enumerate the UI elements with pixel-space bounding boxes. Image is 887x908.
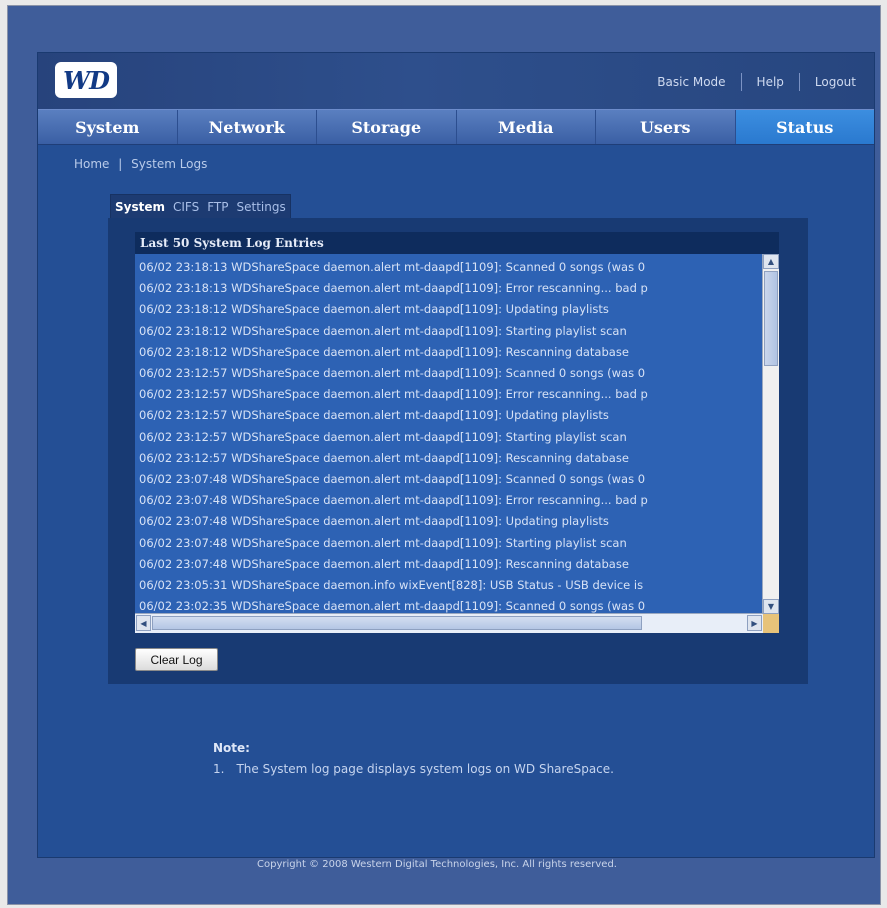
nav-status[interactable]: Status xyxy=(735,110,874,144)
log-line: 06/02 23:12:57 WDShareSpace daemon.alert… xyxy=(139,366,646,381)
note-item: 1. The System log page displays system lo… xyxy=(213,762,614,776)
log-line: 06/02 23:12:57 WDShareSpace daemon.alert… xyxy=(139,408,609,423)
nav-network[interactable]: Network xyxy=(178,110,317,144)
log-line: 06/02 23:12:57 WDShareSpace daemon.alert… xyxy=(139,429,627,444)
log-line: 06/02 23:18:13 WDShareSpace daemon.alert… xyxy=(139,281,648,296)
log-line: 06/02 23:18:13 WDShareSpace daemon.alert… xyxy=(139,260,646,274)
basic-mode-link[interactable]: Basic Mode xyxy=(657,75,725,89)
log-line: 06/02 23:07:48 WDShareSpace daemon.alert… xyxy=(139,535,627,550)
top-links: Basic Mode Help Logout xyxy=(657,73,856,91)
log-line: 06/02 23:07:48 WDShareSpace daemon.alert… xyxy=(139,514,609,529)
app-panel: WD Basic Mode Help Logout System Network… xyxy=(37,52,875,858)
note-label: Note: xyxy=(213,741,250,755)
nav-users[interactable]: Users xyxy=(596,110,736,144)
note-section: Note: 1. The System log page displays sys… xyxy=(213,741,614,776)
log-title: Last 50 System Log Entries xyxy=(135,232,779,254)
logo-text: WD xyxy=(63,65,110,95)
scroll-right-icon[interactable]: ▶ xyxy=(747,615,762,631)
scroll-thumb[interactable] xyxy=(764,271,778,366)
hscroll-thumb[interactable] xyxy=(152,616,642,630)
divider xyxy=(798,73,800,91)
nav-media[interactable]: Media xyxy=(457,110,596,144)
copyright-footer: Copyright © 2008 Western Digital Technol… xyxy=(257,859,617,870)
log-lines: 06/02 23:18:13 WDShareSpace daemon.alert… xyxy=(139,257,759,613)
sub-tabs: System CIFS FTP Settings xyxy=(110,194,291,220)
log-textarea[interactable]: 06/02 23:18:13 WDShareSpace daemon.alert… xyxy=(135,254,779,633)
log-panel: Last 50 System Log Entries 06/02 23:18:1… xyxy=(108,218,808,684)
main-nav: System Network Storage Media Users Statu… xyxy=(38,109,874,145)
log-line: 06/02 23:12:57 WDShareSpace daemon.alert… xyxy=(139,450,629,465)
divider xyxy=(740,73,742,91)
log-line: 06/02 23:12:57 WDShareSpace daemon.alert… xyxy=(139,387,648,402)
horizontal-scrollbar[interactable]: ◀ ▶ xyxy=(135,613,763,633)
log-line: 06/02 23:07:48 WDShareSpace daemon.alert… xyxy=(139,472,646,487)
log-line: 06/02 23:18:12 WDShareSpace daemon.alert… xyxy=(139,344,629,359)
help-link[interactable]: Help xyxy=(757,75,784,89)
scroll-corner xyxy=(763,614,779,633)
breadcrumb: Home | System Logs xyxy=(74,157,207,171)
log-line: 06/02 23:18:12 WDShareSpace daemon.alert… xyxy=(139,323,627,338)
header: WD Basic Mode Help Logout xyxy=(38,53,874,109)
scroll-down-icon[interactable]: ▼ xyxy=(763,599,779,614)
nav-system[interactable]: System xyxy=(38,110,178,144)
scroll-left-icon[interactable]: ◀ xyxy=(136,615,151,631)
note-number: 1. xyxy=(213,762,225,776)
breadcrumb-home[interactable]: Home xyxy=(74,157,109,171)
nav-storage[interactable]: Storage xyxy=(317,110,457,144)
log-line: 06/02 23:18:12 WDShareSpace daemon.alert… xyxy=(139,302,609,317)
tab-cifs[interactable]: CIFS xyxy=(169,195,203,219)
log-line: 06/02 23:07:48 WDShareSpace daemon.alert… xyxy=(139,556,629,571)
breadcrumb-current: System Logs xyxy=(131,157,208,171)
scroll-up-icon[interactable]: ▲ xyxy=(763,254,779,269)
tab-system[interactable]: System xyxy=(111,195,169,219)
tab-settings[interactable]: Settings xyxy=(233,195,290,219)
clear-log-button[interactable]: Clear Log xyxy=(135,648,218,671)
vertical-scrollbar[interactable]: ▲ ▼ xyxy=(762,254,779,614)
logout-link[interactable]: Logout xyxy=(815,75,856,89)
tab-ftp[interactable]: FTP xyxy=(203,195,232,219)
log-line: 06/02 23:07:48 WDShareSpace daemon.alert… xyxy=(139,493,648,508)
log-line: 06/02 23:05:31 WDShareSpace daemon.info … xyxy=(139,578,644,593)
log-line: 06/02 23:02:35 WDShareSpace daemon.alert… xyxy=(139,599,646,613)
wd-logo[interactable]: WD xyxy=(55,62,117,98)
note-text: The System log page displays system logs… xyxy=(236,762,614,776)
breadcrumb-separator: | xyxy=(118,157,123,171)
